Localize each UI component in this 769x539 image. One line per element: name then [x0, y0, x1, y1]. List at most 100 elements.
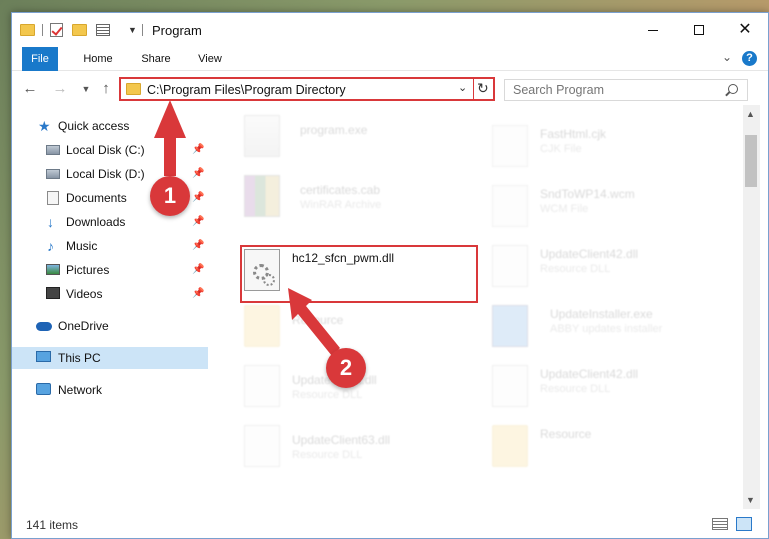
customize-toolbar-dropdown[interactable]: ▼	[128, 21, 140, 39]
forward-arrow-icon[interactable]: →	[52, 79, 68, 99]
sidebar-item-videos[interactable]: Videos 📌	[12, 283, 208, 305]
dll-icon	[244, 365, 280, 407]
file-type: WinRAR Archive	[300, 199, 382, 211]
exe-icon	[244, 115, 280, 157]
sidebar-item-label: Network	[58, 383, 103, 397]
file-item[interactable]: certificates.cab WinRAR Archive	[244, 175, 484, 231]
search-icon[interactable]	[728, 84, 738, 94]
file-name: UpdateInstaller.exe	[550, 307, 653, 321]
search-input[interactable]	[505, 80, 725, 100]
tab-view[interactable]: View	[192, 47, 228, 71]
address-path[interactable]: C:\Program Files\Program Directory	[147, 83, 346, 97]
navigation-bar: ← → ▼ ↑ C:\Program Files\Program Directo…	[12, 73, 768, 105]
refresh-icon[interactable]: ↻	[477, 80, 489, 97]
winrar-icon	[244, 175, 280, 217]
navigation-pane: ★ Quick access Local Disk (C:) 📌 Local D…	[12, 113, 208, 509]
file-item[interactable]: Resource	[492, 425, 732, 481]
new-folder-icon	[72, 24, 87, 36]
sidebar-item-label: This PC	[58, 351, 101, 365]
maximize-button[interactable]	[676, 13, 722, 47]
recent-locations-chevron-icon[interactable]: ▼	[78, 79, 94, 99]
pin-icon: 📌	[192, 144, 205, 155]
window-title: Program	[152, 23, 202, 38]
sidebar-item-label: OneDrive	[58, 319, 109, 333]
vertical-scrollbar[interactable]: ▲ ▼	[743, 105, 760, 509]
file-item-highlighted[interactable]: hc12_sfcn_pwm.dll	[244, 245, 484, 301]
sidebar-item-label: Downloads	[66, 215, 126, 229]
dll-icon	[244, 425, 280, 467]
file-item[interactable]: program.exe	[244, 115, 484, 171]
tab-home[interactable]: Home	[76, 47, 120, 71]
dll-icon	[492, 245, 528, 287]
file-item[interactable]: SndToWP14.wcm WCM File	[492, 185, 732, 241]
disk-icon	[46, 169, 60, 179]
downloads-icon: ↓	[47, 214, 54, 230]
file-list: program.exe certificates.cab WinRAR Arch…	[210, 105, 742, 509]
pin-icon: 📌	[192, 288, 205, 299]
file-name: FastHtml.cjk	[540, 127, 606, 141]
file-item[interactable]: UpdateClient63.dll Resource DLL	[244, 425, 484, 481]
minimize-button[interactable]	[630, 13, 676, 47]
sidebar-item-downloads[interactable]: ↓ Downloads 📌	[12, 211, 208, 233]
file-item[interactable]: UpdateClient42.dll Resource DLL	[492, 245, 732, 301]
rename-button[interactable]	[96, 21, 116, 39]
sidebar-item-label: Local Disk (C:)	[66, 143, 145, 157]
toolbar-separator	[142, 24, 143, 36]
sidebar-item-onedrive[interactable]: OneDrive	[12, 315, 208, 337]
network-icon	[36, 383, 51, 395]
sidebar-item-label: Videos	[66, 287, 103, 301]
quick-access-folder-button[interactable]	[20, 21, 36, 39]
scroll-down-icon[interactable]: ▼	[746, 495, 755, 505]
sidebar-item-label: Local Disk (D:)	[66, 167, 145, 181]
file-item[interactable]: UpdateClient42.dll Resource DLL	[492, 365, 732, 421]
sidebar-item-network[interactable]: Network	[12, 379, 208, 401]
new-folder-button[interactable]	[72, 21, 88, 39]
annotation-step-2: 2	[326, 348, 366, 388]
file-icon	[492, 185, 528, 227]
minimize-icon	[648, 29, 658, 31]
scroll-thumb[interactable]	[745, 135, 757, 187]
address-bar[interactable]: C:\Program Files\Program Directory ⌄ ↻	[119, 77, 495, 101]
dll-icon	[492, 365, 528, 407]
pin-icon: 📌	[192, 264, 205, 275]
sidebar-item-this-pc[interactable]: This PC	[12, 347, 208, 369]
ribbon-tabs: File Home Share View ⌄ ?	[12, 47, 768, 71]
close-button[interactable]: ✕	[722, 13, 768, 47]
expand-ribbon-chevron-icon[interactable]: ⌄	[722, 50, 732, 64]
star-icon: ★	[38, 118, 51, 134]
file-name: hc12_sfcn_pwm.dll	[292, 251, 395, 265]
sidebar-item-local-disk-c[interactable]: Local Disk (C:) 📌	[12, 139, 208, 161]
file-type: Resource DLL	[540, 383, 611, 395]
file-name: Resource	[292, 313, 344, 327]
sidebar-item-music[interactable]: ♪ Music 📌	[12, 235, 208, 257]
help-icon[interactable]: ?	[742, 51, 757, 66]
file-item[interactable]: Resource	[244, 305, 484, 361]
file-type: Resource DLL	[292, 389, 363, 401]
sidebar-item-quick-access[interactable]: ★ Quick access	[12, 115, 208, 137]
up-arrow-icon[interactable]: ↑	[98, 79, 114, 99]
back-arrow-icon[interactable]: ←	[22, 79, 38, 99]
file-type: CJK File	[540, 143, 582, 155]
installer-icon	[492, 305, 528, 347]
file-item[interactable]: UpdateInstaller.exe ABBY updates install…	[492, 305, 732, 361]
file-name: UpdateClient42.dll	[540, 367, 639, 381]
sidebar-item-pictures[interactable]: Pictures 📌	[12, 259, 208, 281]
status-bar: 141 items	[12, 509, 768, 538]
file-type: Resource DLL	[292, 449, 363, 461]
file-item[interactable]: FastHtml.cjk CJK File	[492, 125, 732, 181]
search-box[interactable]	[504, 79, 748, 101]
folder-icon	[244, 305, 280, 347]
file-name: UpdateClient42.dll	[540, 247, 639, 261]
scroll-up-icon[interactable]: ▲	[746, 109, 755, 119]
annotation-step-1: 1	[150, 176, 190, 216]
pin-icon: 📌	[192, 168, 205, 179]
tab-file[interactable]: File	[22, 47, 58, 71]
file-type: ABBY updates installer	[550, 323, 663, 335]
properties-button[interactable]	[50, 21, 66, 39]
large-icons-view-icon[interactable]	[736, 517, 752, 531]
properties-icon	[96, 24, 110, 36]
address-history-chevron-icon[interactable]: ⌄	[458, 81, 467, 94]
details-view-icon[interactable]	[712, 518, 728, 530]
tab-share[interactable]: Share	[136, 47, 176, 71]
file-name: program.exe	[300, 123, 368, 137]
